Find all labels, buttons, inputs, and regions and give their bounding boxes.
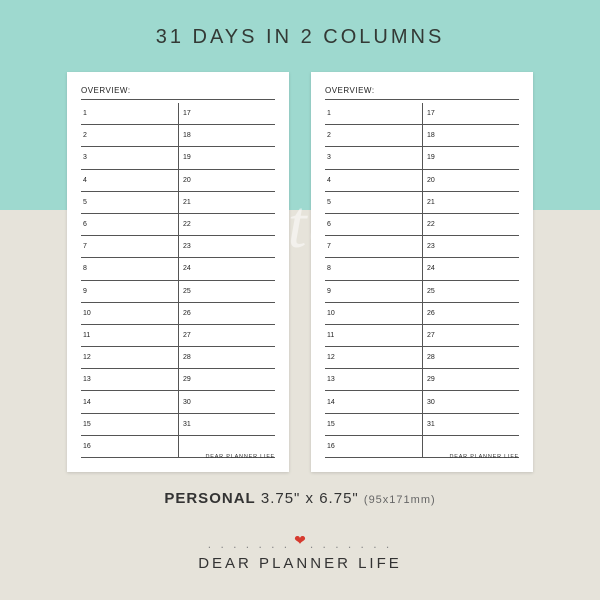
size-mm: (95x171mm) [364,494,436,506]
day-cell: 15 [81,414,178,436]
day-cell: 27 [178,325,275,347]
day-cell: 17 [422,103,519,125]
dots-right: . . . . . . . [310,537,392,551]
day-cell: 31 [178,414,275,436]
day-grid: 12345678910111213141516 1718192021222324… [81,103,275,458]
day-cell: 11 [81,325,178,347]
day-cell: 28 [178,347,275,369]
column-1: 12345678910111213141516 [81,103,178,458]
day-cell: 21 [178,192,275,214]
day-cell: 25 [178,281,275,303]
day-cell: 12 [325,347,422,369]
day-cell: 2 [325,125,422,147]
day-cell: 9 [81,281,178,303]
day-cell: 13 [325,369,422,391]
column-1: 12345678910111213141516 [325,103,422,458]
day-cell: 9 [325,281,422,303]
day-cell: 3 [81,147,178,169]
planner-page-left: OVERVIEW: 12345678910111213141516 171819… [67,72,289,472]
product-title: 31 DAYS IN 2 COLUMNS [0,26,600,49]
day-cell: 4 [81,170,178,192]
day-cell: 22 [422,214,519,236]
day-cell: 28 [422,347,519,369]
day-cell: 23 [178,236,275,258]
brand-name: DEAR PLANNER LIFE [0,555,600,572]
day-cell: 11 [325,325,422,347]
day-cell: 5 [81,192,178,214]
day-cell: 6 [81,214,178,236]
day-cell: 13 [81,369,178,391]
day-cell: 25 [422,281,519,303]
day-cell: 6 [325,214,422,236]
day-cell: 15 [325,414,422,436]
page-preview-container: OVERVIEW: 12345678910111213141516 171819… [0,72,600,472]
day-cell: 24 [178,258,275,280]
day-cell: 3 [325,147,422,169]
day-cell: 30 [422,391,519,413]
day-cell: 4 [325,170,422,192]
day-cell: 20 [422,170,519,192]
dots-left: . . . . . . . [208,537,290,551]
overview-label: OVERVIEW: [325,86,519,100]
day-cell: 17 [178,103,275,125]
overview-label: OVERVIEW: [81,86,275,100]
day-cell: 16 [81,436,178,458]
day-cell: 2 [81,125,178,147]
decorative-divider: . . . . . . . ❤ . . . . . . . [0,535,600,552]
day-cell: 5 [325,192,422,214]
day-cell: 31 [422,414,519,436]
size-description: PERSONAL 3.75" x 6.75" (95x171mm) [0,490,600,507]
day-cell: 7 [325,236,422,258]
day-cell: 14 [325,391,422,413]
day-grid: 12345678910111213141516 1718192021222324… [325,103,519,458]
day-cell: 8 [81,258,178,280]
day-cell: 16 [325,436,422,458]
day-cell: 22 [178,214,275,236]
column-2: 171819202122232425262728293031 [422,103,519,458]
day-cell: 8 [325,258,422,280]
day-cell: 24 [422,258,519,280]
day-cell: 29 [422,369,519,391]
column-2: 171819202122232425262728293031 [178,103,275,458]
day-cell: 26 [422,303,519,325]
day-cell: 21 [422,192,519,214]
day-cell: 27 [422,325,519,347]
planner-page-right: OVERVIEW: 12345678910111213141516 171819… [311,72,533,472]
day-cell: 7 [81,236,178,258]
size-dimensions: 3.75" x 6.75" [261,490,359,507]
page-footer-brand: DEAR PLANNER LIFE [449,454,519,460]
heart-icon: ❤ [294,532,306,549]
page-footer-brand: DEAR PLANNER LIFE [205,454,275,460]
day-cell: 20 [178,170,275,192]
day-cell: 26 [178,303,275,325]
day-cell: 18 [422,125,519,147]
day-cell: 30 [178,391,275,413]
day-cell: 10 [81,303,178,325]
day-cell: 23 [422,236,519,258]
day-cell: 10 [325,303,422,325]
day-cell: 1 [325,103,422,125]
day-cell: 1 [81,103,178,125]
day-cell: 12 [81,347,178,369]
size-label: PERSONAL [164,490,255,507]
day-cell: 18 [178,125,275,147]
day-cell: 19 [178,147,275,169]
day-cell: 14 [81,391,178,413]
day-cell: 19 [422,147,519,169]
day-cell: 29 [178,369,275,391]
